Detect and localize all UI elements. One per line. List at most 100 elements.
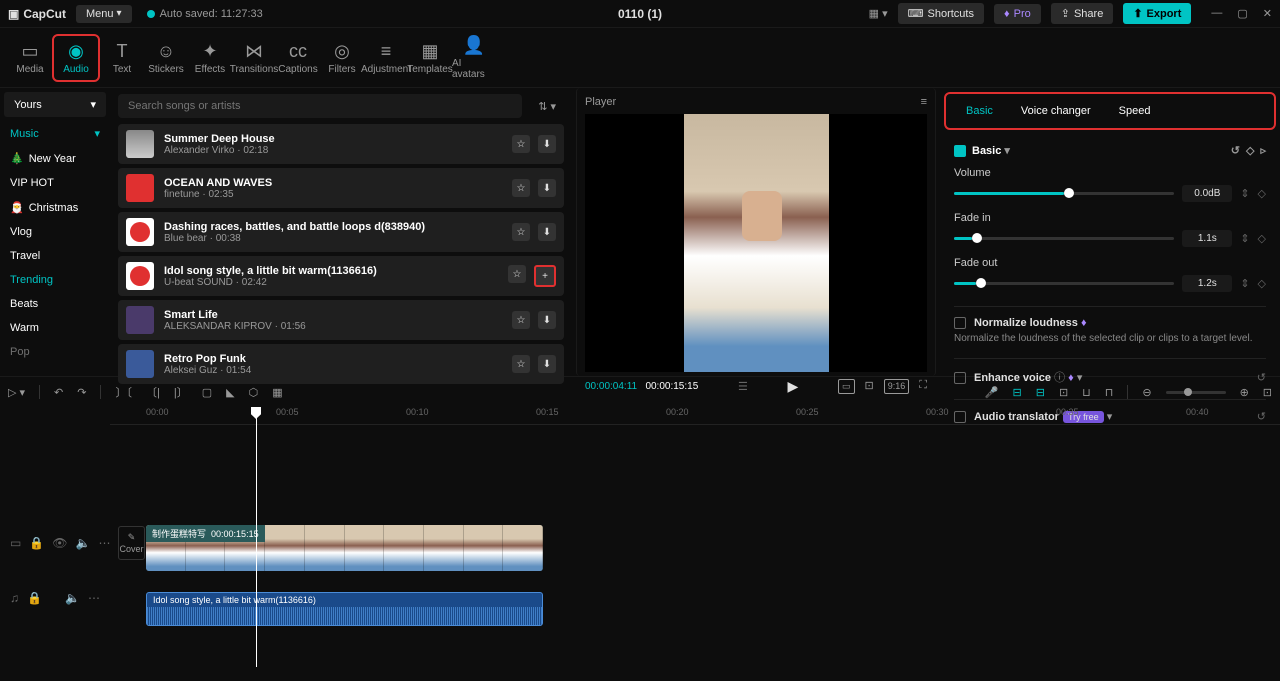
sidebar-yours[interactable]: Yours▾: [4, 92, 106, 117]
share-button[interactable]: ⇪Share: [1051, 3, 1114, 24]
info-icon[interactable]: ⓘ: [1054, 372, 1065, 384]
link-icon[interactable]: ⊡: [1059, 386, 1068, 399]
favorite-button[interactable]: ☆: [512, 223, 530, 241]
sidebar-item-travel[interactable]: Travel: [0, 244, 110, 268]
tab-transitions[interactable]: ⋈Transitions: [232, 35, 276, 81]
trim-left-tool[interactable]: 〔|: [146, 384, 160, 400]
lock-icon[interactable]: 🔒: [27, 591, 42, 605]
stepper-icon[interactable]: ⇕: [1240, 187, 1249, 200]
audio-track-icon[interactable]: ♫: [10, 591, 19, 605]
keyframe-icon[interactable]: ◇: [1246, 144, 1254, 157]
close-icon[interactable]: ✕: [1263, 7, 1272, 20]
zoom-fit-icon[interactable]: ⊡: [1263, 386, 1272, 399]
trim-right-tool[interactable]: |〕: [174, 384, 188, 400]
tab-effects[interactable]: ✦Effects: [188, 35, 232, 81]
fadeout-slider[interactable]: [954, 282, 1174, 285]
fadein-slider[interactable]: [954, 237, 1174, 240]
enable-audio-icon[interactable]: ⊟: [1013, 386, 1022, 399]
song-item[interactable]: OCEAN AND WAVESfinetune · 02:35 ☆⬇: [118, 168, 564, 208]
player-menu-icon[interactable]: ≡: [921, 96, 927, 108]
layout-icon[interactable]: ▦ ▾: [869, 7, 888, 20]
split-tool[interactable]: 〕〔: [115, 384, 132, 400]
list-icon[interactable]: ☰: [738, 380, 748, 393]
speaker-icon[interactable]: 🔈: [76, 536, 91, 550]
zoom-in-icon[interactable]: ⊕: [1240, 386, 1249, 399]
download-button[interactable]: ⬇: [538, 223, 556, 241]
stepper-icon[interactable]: ⇕: [1240, 232, 1249, 245]
sidebar-music[interactable]: Music▾: [0, 121, 110, 146]
filter-icon[interactable]: ⇅ ▾: [530, 96, 564, 117]
volume-slider[interactable]: [954, 192, 1174, 195]
reset-icon[interactable]: ↺: [1257, 371, 1266, 384]
audio-clip[interactable]: Idol song style, a little bit warm(11366…: [146, 592, 543, 626]
magnet-icon[interactable]: ⊔: [1082, 386, 1091, 399]
tab-ai-avatars[interactable]: 👤AI avatars: [452, 35, 496, 81]
track-toggle-icon[interactable]: ▭: [10, 536, 21, 550]
redo-button[interactable]: ↷: [77, 386, 86, 399]
maximize-icon[interactable]: ▢: [1237, 7, 1247, 20]
tab-stickers[interactable]: ☺Stickers: [144, 35, 188, 81]
keyframe-icon[interactable]: ◇: [1258, 277, 1266, 290]
add-to-timeline-button[interactable]: +: [534, 265, 556, 287]
crop-icon[interactable]: ⊡: [865, 379, 874, 394]
reset-icon[interactable]: ↺: [1231, 144, 1240, 157]
tab-adjustment[interactable]: ≡Adjustment: [364, 35, 408, 81]
sidebar-item-beats[interactable]: Beats: [0, 292, 110, 316]
sidebar-item-newyear[interactable]: 🎄New Year: [0, 146, 110, 171]
favorite-button[interactable]: ☆: [512, 355, 530, 373]
minimize-icon[interactable]: —: [1211, 7, 1222, 20]
fullscreen-icon[interactable]: ⛶: [919, 379, 927, 394]
favorite-button[interactable]: ☆: [512, 179, 530, 197]
tab-templates[interactable]: ▦Templates: [408, 35, 452, 81]
snap-icon[interactable]: ⊓: [1105, 386, 1114, 399]
aspect-ratio[interactable]: 9:16: [884, 379, 910, 394]
zoom-out-icon[interactable]: ⊖: [1142, 386, 1151, 399]
playhead[interactable]: [256, 407, 257, 667]
undo-button[interactable]: ↶: [54, 386, 63, 399]
search-input[interactable]: [118, 94, 522, 118]
tab-captions[interactable]: ccCaptions: [276, 35, 320, 81]
checkbox-enhance[interactable]: [954, 372, 966, 384]
eye-icon[interactable]: 👁: [52, 536, 67, 550]
play-button[interactable]: ▶: [788, 378, 799, 395]
props-tab-basic[interactable]: Basic: [952, 99, 1007, 123]
chevron-down-icon[interactable]: ▾: [1004, 145, 1010, 157]
chevron-down-icon[interactable]: ▾: [1077, 372, 1083, 384]
export-button[interactable]: ⬆Export: [1123, 3, 1191, 24]
download-button[interactable]: ⬇: [538, 355, 556, 373]
download-button[interactable]: ⬇: [538, 311, 556, 329]
menu-button[interactable]: Menu▾: [76, 5, 132, 23]
song-item[interactable]: Retro Pop FunkAleksei Guz · 01:54 ☆⬇: [118, 344, 564, 384]
favorite-button[interactable]: ☆: [508, 265, 526, 283]
tab-filters[interactable]: ◎Filters: [320, 35, 364, 81]
shortcuts-button[interactable]: ⌨Shortcuts: [898, 3, 984, 24]
shield-tool[interactable]: ⬡: [249, 386, 259, 399]
song-item[interactable]: Idol song style, a little bit warm(11366…: [118, 256, 564, 296]
marker-tool[interactable]: ◣: [226, 386, 234, 399]
tab-text[interactable]: TText: [100, 35, 144, 81]
pointer-tool[interactable]: ▷ ▾: [8, 386, 25, 399]
player-preview[interactable]: [585, 114, 927, 372]
props-tab-voice[interactable]: Voice changer: [1007, 99, 1105, 123]
props-tab-speed[interactable]: Speed: [1105, 99, 1165, 123]
download-button[interactable]: ⬇: [538, 179, 556, 197]
favorite-button[interactable]: ☆: [512, 311, 530, 329]
lock-icon[interactable]: 🔒: [29, 536, 44, 550]
mic-icon[interactable]: 🎤: [985, 386, 999, 399]
sidebar-item-christmas[interactable]: 🎅Christmas: [0, 195, 110, 220]
sidebar-item-viphot[interactable]: VIP HOT: [0, 171, 110, 195]
pro-button[interactable]: ♦Pro: [994, 4, 1041, 24]
delete-tool[interactable]: ▢: [202, 386, 212, 399]
timeline-ruler[interactable]: 00:00 00:05 00:10 00:15 00:20 00:25 00:3…: [110, 407, 1280, 425]
download-button[interactable]: ⬇: [538, 135, 556, 153]
stepper-icon[interactable]: ⇕: [1240, 277, 1249, 290]
audio-track-icon[interactable]: ⊟: [1036, 386, 1045, 399]
sidebar-item-trending[interactable]: Trending: [0, 268, 110, 292]
keyframe-next-icon[interactable]: ▹: [1260, 144, 1266, 157]
zoom-slider[interactable]: [1166, 391, 1226, 394]
sidebar-item-warm[interactable]: Warm: [0, 316, 110, 340]
checkbox-icon[interactable]: [954, 145, 966, 157]
keyframe-icon[interactable]: ◇: [1258, 187, 1266, 200]
favorite-button[interactable]: ☆: [512, 135, 530, 153]
ratio-button[interactable]: ▭: [838, 379, 855, 394]
